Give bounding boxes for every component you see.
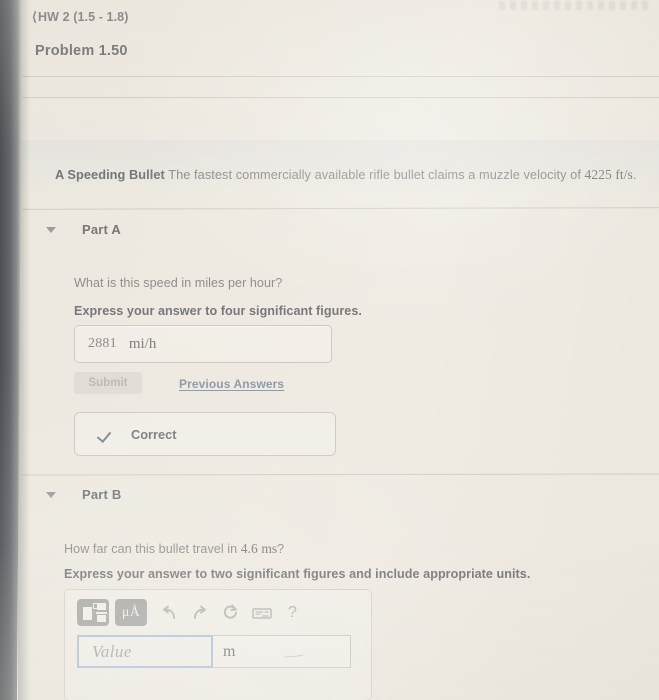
part-a-question: What is this speed in miles per hour?: [74, 276, 283, 290]
help-icon[interactable]: ?: [277, 599, 308, 626]
page-title: Problem 1.50: [35, 43, 128, 59]
part-b-value-placeholder: Value: [92, 641, 132, 661]
part-a-label: Part A: [82, 222, 122, 237]
problem-terminator: .: [632, 167, 637, 182]
part-b-answer-panel: μÅ ? Value m: [64, 589, 372, 700]
caret-down-icon[interactable]: [46, 491, 56, 498]
reset-icon[interactable]: [215, 599, 246, 626]
problem-statement: A Speeding Bullet The fastest commercial…: [55, 165, 645, 185]
breadcrumb-label: HW 2 (1.5 - 1.8): [37, 10, 129, 24]
content-column: ⟨HW 2 (1.5 - 1.8) Problem 1.50 A Speedin…: [21, 0, 659, 700]
math-template-icon[interactable]: [77, 599, 109, 626]
part-header-a[interactable]: Part A: [46, 222, 121, 237]
units-icon[interactable]: μÅ: [115, 599, 147, 626]
part-a-answer-input[interactable]: 2881 mi/h: [74, 325, 332, 363]
divider-1: [22, 76, 659, 77]
problem-unit: ft/s: [615, 167, 633, 182]
undo-icon[interactable]: [153, 599, 184, 626]
screen-smudge: [282, 651, 306, 659]
divider-2: [22, 97, 659, 98]
divider-part-a: [21, 207, 659, 210]
part-b-instruction: Express your answer to two significant f…: [64, 567, 531, 581]
part-a-feedback-banner: Correct: [74, 412, 336, 456]
problem-value: 4225: [584, 167, 612, 182]
divider-part-b: [21, 473, 659, 476]
part-b-question-suffix: ?: [277, 542, 285, 556]
part-a-feedback-label: Correct: [131, 426, 177, 442]
problem-body: The fastest commercially available rifle…: [168, 167, 581, 182]
math-toolbar: μÅ ?: [77, 599, 308, 626]
part-b-unit-value: m: [223, 642, 236, 660]
part-header-b[interactable]: Part B: [46, 487, 122, 502]
part-a-submit-button[interactable]: Submit: [74, 372, 142, 394]
part-b-question-prefix: How far can this bullet travel in: [64, 542, 238, 556]
checkmark-icon: [99, 429, 113, 440]
top-partial-text: [499, 1, 649, 10]
part-b-question: How far can this bullet travel in 4.6 ms…: [64, 541, 284, 557]
part-a-answer-value: 2881: [88, 336, 117, 351]
math-template-glyph: [83, 603, 107, 622]
part-b-answer-row: Value m: [77, 635, 351, 668]
part-b-question-value: 4.6: [240, 541, 258, 556]
chevron-left-icon: ⟨: [32, 10, 37, 24]
units-icon-label: μÅ: [121, 604, 141, 620]
part-a-previous-answers-link[interactable]: Previous Answers: [179, 377, 284, 391]
part-a-answer-unit: mi/h: [128, 335, 157, 352]
breadcrumb[interactable]: ⟨HW 2 (1.5 - 1.8): [32, 9, 129, 24]
part-b-unit-input[interactable]: m: [213, 635, 351, 668]
redo-icon[interactable]: [184, 599, 215, 626]
part-b-value-input[interactable]: Value: [77, 635, 213, 668]
part-a-instruction: Express your answer to four significant …: [74, 304, 362, 318]
part-b-label: Part B: [82, 487, 122, 502]
problem-title: A Speeding Bullet: [55, 167, 165, 182]
caret-down-icon[interactable]: [46, 226, 56, 233]
part-b-question-unit: ms: [261, 541, 278, 556]
keyboard-icon[interactable]: [246, 599, 277, 626]
